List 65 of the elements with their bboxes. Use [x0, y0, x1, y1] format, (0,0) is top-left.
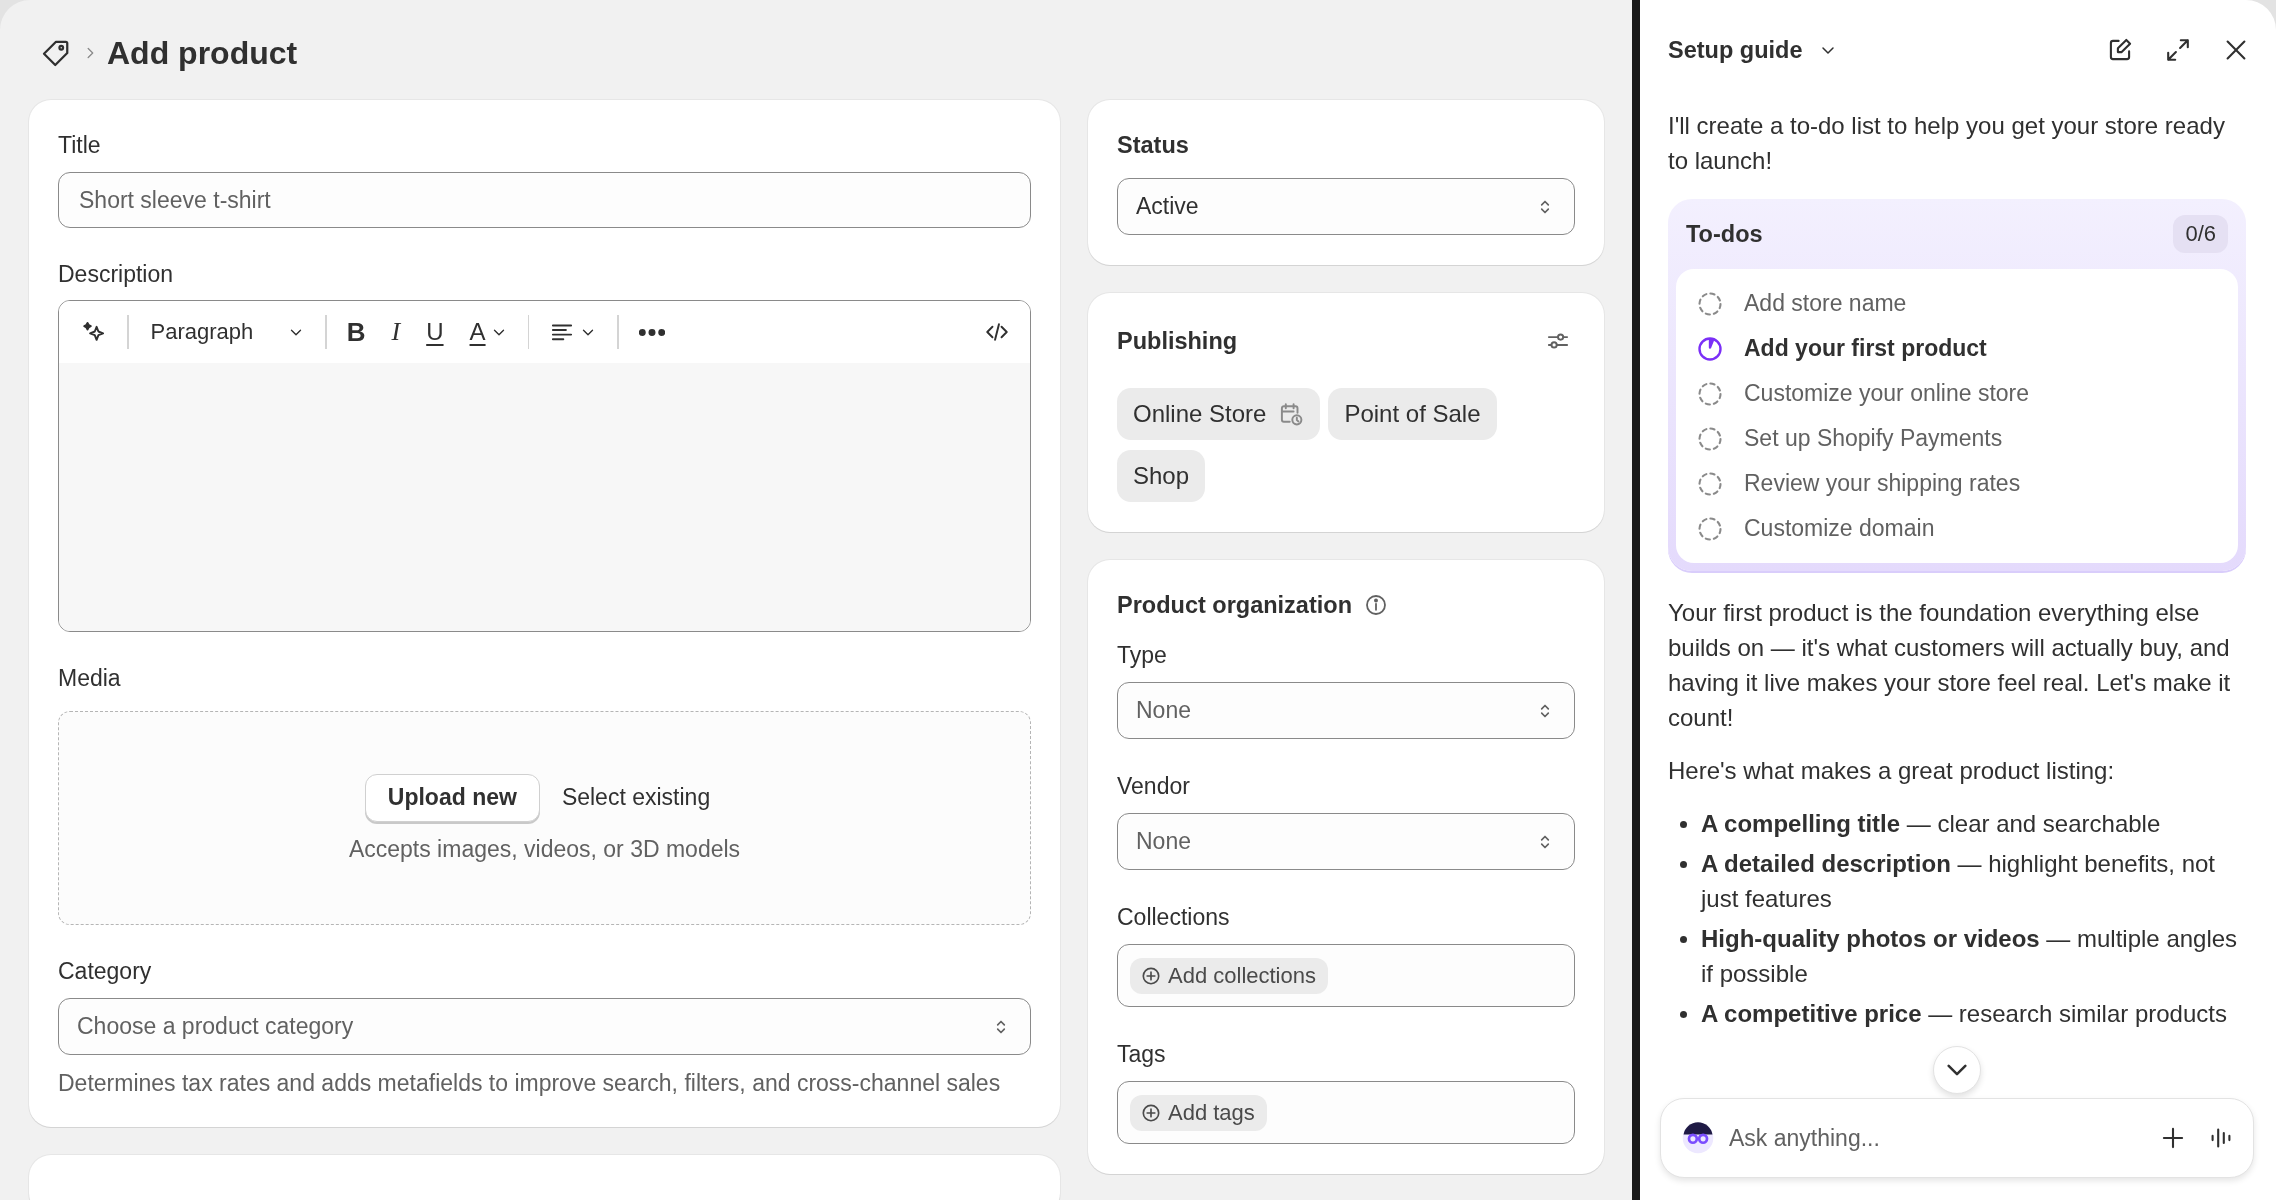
list-item-text: A competitive price — research similar products [1701, 999, 2227, 1029]
message-text: I'll create a to-do list to help you get your store ready to launch! [1668, 111, 2226, 176]
field-label: Collections [1117, 903, 1230, 931]
expand-icon [2164, 36, 2192, 64]
chat-input[interactable]: Ask anything... [1727, 1115, 2143, 1161]
field-label: Title [58, 131, 101, 159]
todo-item[interactable]: Set up Shopify Payments [1744, 425, 2003, 452]
list-item-text: A detailed description — highlight benefits, not just features [1701, 849, 2216, 914]
bullet-icon [1680, 1011, 1687, 1018]
select-field[interactable]: None [1117, 682, 1575, 739]
field-label: Category [58, 957, 152, 985]
add-button[interactable]: Add collections [1130, 957, 1328, 994]
category-select[interactable]: Choose a product category [58, 998, 1031, 1055]
list-item-text: A compelling title — clear and searchable [1701, 809, 2161, 839]
field-label: Tags [1117, 1040, 1166, 1068]
add-button[interactable]: Add tags [1130, 1094, 1267, 1131]
underline-button[interactable]: U [420, 314, 450, 350]
guide-title-button[interactable]: Setup guide [1668, 36, 1839, 64]
bullet-icon [1680, 861, 1687, 868]
card-title: Publishing [1117, 327, 1238, 355]
text-color-button[interactable]: A [463, 314, 514, 350]
progress-count: 0/6 [2173, 215, 2228, 253]
todo-item[interactable]: Add store name [1744, 290, 1907, 317]
calendar-clock-icon [1278, 401, 1305, 427]
list-item-text: High-quality photos or videos — multiple angles if possible [1701, 924, 2239, 989]
todo-item[interactable]: Customize your online store [1744, 380, 2030, 407]
status-select[interactable]: Active [1117, 178, 1575, 235]
italic-button[interactable]: I [385, 313, 407, 351]
page-title: Add product [107, 34, 298, 72]
upload-button[interactable]: Upload new [364, 773, 540, 822]
message-text: Here's what makes a great product listing: [1668, 756, 2116, 786]
field-label: Description [58, 260, 174, 288]
chat-field[interactable]: Ask anything... [1660, 1098, 2254, 1178]
more-icon [638, 328, 665, 336]
field-label: Type [1117, 641, 1167, 669]
channel-name: Point of Sale [1344, 400, 1481, 428]
card-title: Status [1117, 131, 1189, 159]
scroll-down-button[interactable] [1933, 1046, 1981, 1094]
chevron-down-icon [1947, 1064, 1967, 1076]
tag-icon [41, 38, 71, 68]
description-editor[interactable]: Paragraph B I U A [58, 300, 1031, 632]
card-title: Product organization [1117, 591, 1352, 619]
bullet-icon [1680, 821, 1687, 828]
info-icon [1364, 593, 1388, 617]
tag-field[interactable]: Add tags [1117, 1081, 1575, 1144]
avatar-icon [1681, 1121, 1715, 1155]
media-dropzone[interactable]: Upload new Select existing Accepts images, videos, or 3D models [58, 711, 1031, 925]
channel-name: Shop [1133, 462, 1190, 490]
paragraph-style-button[interactable]: Paragraph [142, 315, 312, 349]
tag-field[interactable]: Add collections [1117, 944, 1575, 1007]
select-existing-button[interactable]: Select existing [547, 784, 725, 811]
field-label: Media [58, 664, 121, 692]
help-text: Determines tax rates and adds metafields to improve search, filters, and cross-channel sales [58, 1069, 1001, 1097]
todo-item[interactable]: Review your shipping rates [1744, 470, 2021, 497]
dropzone-hint: Accepts images, videos, or 3D models [348, 835, 741, 863]
todo-item[interactable]: Add your first product [1744, 335, 1987, 362]
bold-button[interactable]: B [340, 312, 372, 352]
todo-title: To-dos [1686, 220, 1763, 248]
message-text: Your first product is the foundation everything else builds on — it's what customers will actually buy, and having it live makes your store feel real. Let's make it count! [1668, 598, 2232, 733]
select-field[interactable]: None [1117, 813, 1575, 870]
field-label: Vendor [1117, 772, 1190, 800]
bullet-icon [1680, 936, 1687, 943]
todo-item[interactable]: Customize domain [1744, 515, 1935, 542]
title-field[interactable]: Short sleeve t-shirt [58, 172, 1031, 228]
channel-name: Online Store [1133, 400, 1267, 428]
